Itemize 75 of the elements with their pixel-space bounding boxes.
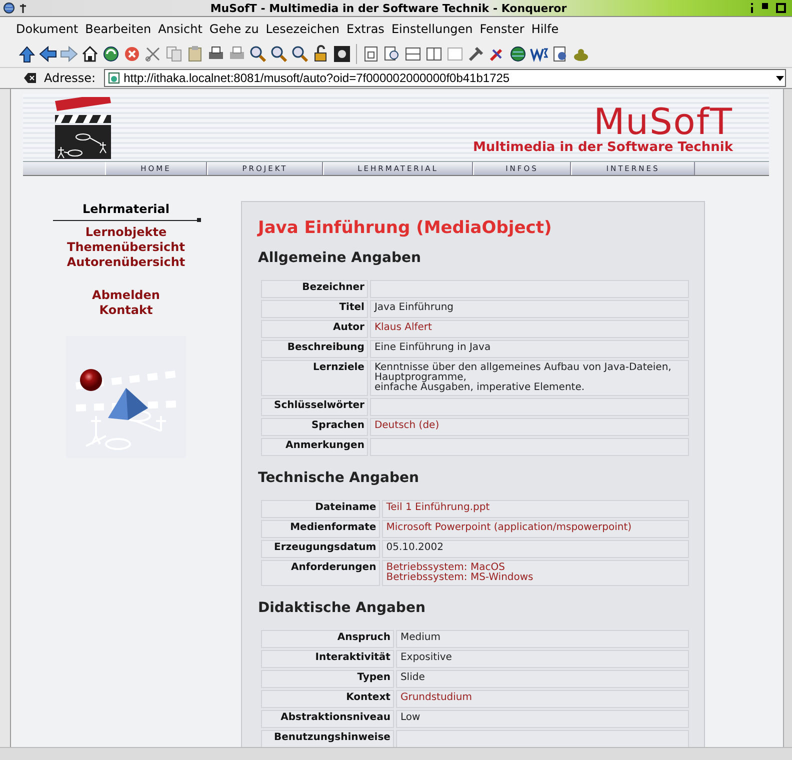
section-heading: Technische Angaben [258,470,420,486]
field-label: Sprachen [261,418,368,436]
sidebar-link[interactable]: Autorenübersicht [66,255,186,270]
arrow-up-icon[interactable] [18,45,36,63]
reload-icon[interactable] [102,45,120,63]
value-cell: Low [396,710,689,728]
field-label: Interaktivität [261,650,394,668]
menu-item[interactable]: Gehe zu [207,22,261,36]
field-label: Erzeugungsdatum [261,540,380,558]
field-label: Anspruch [261,630,394,648]
split-horizontal-icon[interactable] [404,45,422,63]
address-label: Adresse: [44,71,96,85]
maximize-icon[interactable] [776,3,786,13]
sidebar-link[interactable]: Kontakt [99,303,153,318]
value-cell: Expositive [396,650,689,668]
clear-icon[interactable] [24,73,36,83]
menu-item[interactable]: Bearbeiten [83,22,154,36]
globe-icon[interactable] [3,2,15,14]
page-icon [108,72,120,84]
dropdown-icon[interactable] [775,74,785,82]
split-vertical-icon[interactable] [425,45,443,63]
field-label: Bezeichner [261,280,368,298]
sidebar-heading: Lehrmaterial [82,201,170,218]
link-cell[interactable]: Betriebssystem: MacOS Betriebssystem: MS-Windows [382,560,689,586]
address-field[interactable]: http://ithaka.localnet:8081/musoft/auto?oid=7f000002000000f0b41b1725 [104,69,786,87]
menu-item[interactable]: Hilfe [529,22,561,36]
field-label: Medienformate [261,520,380,538]
field-label: Titel [261,300,368,318]
link-cell[interactable]: Teil 1 Einführung.ppt [382,500,689,518]
scissors-icon[interactable] [144,45,162,63]
field-label: Kontext [261,690,394,708]
value-cell: Kenntnisse über den allgemeines Aufbau von Java-Dateien, Hauptprogramme, einfache Ausgaben, imperative Elemente. [370,360,689,396]
menu-item[interactable]: Ansicht [156,22,204,36]
section-heading: Didaktische Angaben [258,600,426,616]
site-subtitle: Multimedia in der Software Technik [472,140,733,155]
sidebar-link[interactable]: Lernobjekte [85,225,167,240]
arrow-left-icon[interactable] [39,45,57,63]
menu-item[interactable]: Lesezeichen [264,22,342,36]
menu-item[interactable]: Extras [344,22,386,36]
field-label: Autor [261,320,368,338]
value-cell: Slide [396,670,689,688]
sidebar-link[interactable]: Abmelden [92,288,160,303]
menu-item[interactable]: Einstellungen [389,22,475,36]
menu-item[interactable]: Fenster [478,22,526,36]
home-icon[interactable] [81,45,99,63]
sidebar-link[interactable]: Themenübersicht [67,240,185,255]
field-label: Benutzungshinweise [261,730,394,747]
value-cell: Medium [396,630,689,648]
value-cell: 05.10.2002 [382,540,689,558]
window-title: MuSofT - Multimedia in der Software Technik - Konqueror [209,2,568,14]
site-title: MuSofT [594,106,733,140]
page-title: Java Einführung (MediaObject) [258,218,553,238]
globe-icon[interactable] [509,45,527,63]
zoom-icon[interactable] [270,45,288,63]
logo-drawing[interactable] [53,97,113,161]
stop-icon[interactable] [123,45,141,63]
link-cell[interactable]: Deutsch (de) [370,418,689,436]
value-cell: Eine Einführung in Java [370,340,689,358]
value-cell: Java Einführung [370,300,689,318]
section-heading: Allgemeine Angaben [258,250,422,266]
link-cell[interactable]: Microsoft Powerpoint (application/mspowerpoint) [382,520,689,538]
menu-item[interactable]: Dokument [14,22,80,36]
zoom-in-icon[interactable] [249,45,267,63]
field-label: Anmerkungen [261,438,368,456]
field-label: Typen [261,670,394,688]
field-label: Dateiname [261,500,380,518]
link-cell[interactable]: Grundstudium [396,690,689,708]
zoom-out-icon[interactable] [291,45,309,63]
field-label: Schlüsselwörter [261,398,368,416]
field-label: Lernziele [261,360,368,396]
field-label: Abstraktionsniveau [261,710,394,728]
field-label: Anforderungen [261,560,380,586]
field-label: Beschreibung [261,340,368,358]
document-icon[interactable] [362,45,380,63]
link-cell[interactable]: Klaus Alfert [370,320,689,338]
